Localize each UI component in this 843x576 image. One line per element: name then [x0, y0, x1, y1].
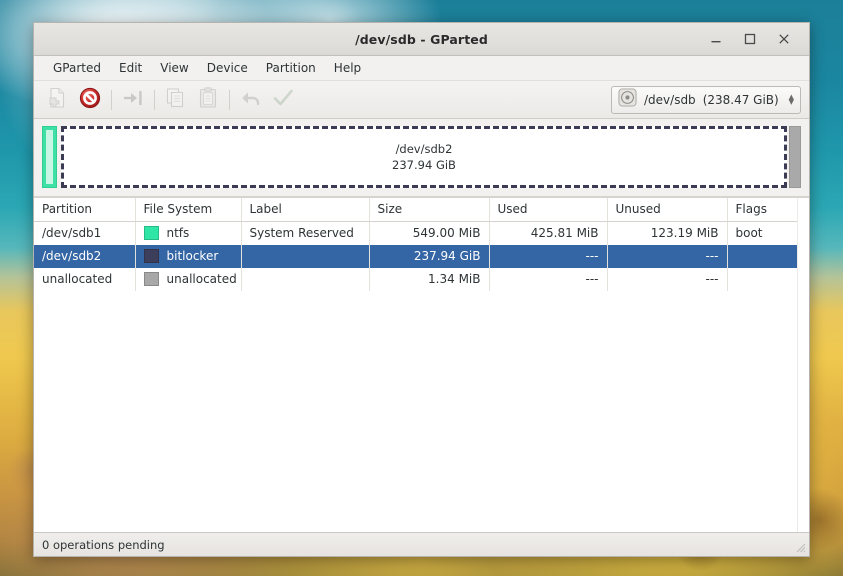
toolbar: /dev/sdb (238.47 GiB) ▲ ▼: [34, 81, 809, 119]
window-title: /dev/sdb - GParted: [355, 31, 488, 47]
graphic-ntfs-fill: [46, 129, 53, 184]
cell-label: [241, 267, 370, 291]
table-row[interactable]: unallocated unallocated 1.34 MiB --- ---: [34, 267, 809, 291]
cell-used: ---: [489, 244, 608, 268]
column-header-unused[interactable]: Unused: [607, 198, 728, 222]
table-header-row: Partition File System Label Size Used Un…: [34, 198, 809, 222]
partition-table-container: Partition File System Label Size Used Un…: [34, 197, 809, 532]
desktop-wallpaper: /dev/sdb - GParted GParted Edit View Dev…: [0, 0, 843, 576]
filesystem-color-swatch: [143, 249, 159, 263]
device-selector[interactable]: /dev/sdb (238.47 GiB) ▲ ▼: [611, 85, 801, 114]
cell-unused: ---: [607, 267, 728, 291]
menu-device[interactable]: Device: [198, 58, 257, 78]
cell-label: [241, 244, 370, 268]
graphic-partition-size: 237.94 GiB: [392, 157, 456, 172]
resize-arrow-icon: [121, 86, 145, 114]
column-header-filesystem[interactable]: File System: [135, 198, 242, 222]
cell-partition: /dev/sdb2: [34, 244, 136, 268]
toolbar-separator-2: [154, 89, 155, 110]
filesystem-name: bitlocker: [166, 249, 219, 263]
graphic-partition-bitlocker-selected[interactable]: /dev/sdb2 237.94 GiB: [61, 125, 787, 188]
menu-view[interactable]: View: [151, 58, 197, 78]
filesystem-color-swatch: [143, 272, 159, 286]
cell-filesystem: ntfs: [135, 221, 242, 245]
column-header-partition[interactable]: Partition: [34, 198, 136, 222]
paste-clipboard-icon: [196, 86, 220, 114]
table-row[interactable]: /dev/sdb2 bitlocker 237.94 GiB --- ---: [34, 244, 809, 268]
partition-table: Partition File System Label Size Used Un…: [34, 198, 809, 291]
graphic-partition-labels: /dev/sdb2 237.94 GiB: [392, 141, 456, 173]
delete-prohibited-icon: [78, 86, 102, 114]
chevron-updown-icon[interactable]: ▲ ▼: [789, 93, 794, 105]
column-header-label[interactable]: Label: [241, 198, 370, 222]
undo-arrow-icon: [239, 86, 263, 114]
table-vertical-scrollbar[interactable]: [797, 198, 809, 532]
new-document-icon: [46, 86, 70, 114]
menu-help[interactable]: Help: [325, 58, 370, 78]
window-titlebar[interactable]: /dev/sdb - GParted: [34, 23, 809, 56]
cell-partition: unallocated: [34, 267, 136, 291]
statusbar: 0 operations pending: [34, 532, 809, 556]
menu-edit[interactable]: Edit: [110, 58, 151, 78]
graphic-partition-unallocated[interactable]: [789, 125, 801, 188]
undo-button[interactable]: [235, 85, 267, 115]
copy-button[interactable]: [160, 85, 192, 115]
partition-graphic: /dev/sdb2 237.94 GiB: [34, 119, 809, 197]
menu-partition[interactable]: Partition: [257, 58, 325, 78]
cell-used: ---: [489, 267, 608, 291]
cell-filesystem: unallocated: [135, 267, 242, 291]
cell-size: 549.00 MiB: [369, 221, 490, 245]
paste-button[interactable]: [192, 85, 224, 115]
column-header-size[interactable]: Size: [369, 198, 490, 222]
filesystem-color-swatch: [143, 226, 159, 241]
new-partition-button[interactable]: [42, 85, 74, 115]
apply-button[interactable]: [267, 85, 299, 115]
menu-gparted[interactable]: GParted: [44, 58, 110, 78]
close-button[interactable]: [775, 30, 793, 48]
delete-partition-button[interactable]: [74, 85, 106, 115]
resize-grip-icon[interactable]: [794, 541, 806, 553]
cell-unused: 123.19 MiB: [607, 221, 728, 245]
cell-label: System Reserved: [241, 221, 370, 245]
gparted-window: /dev/sdb - GParted GParted Edit View Dev…: [33, 22, 810, 557]
graphic-partition-ntfs[interactable]: [42, 125, 57, 188]
cell-unused: ---: [607, 244, 728, 268]
copy-icon: [164, 86, 188, 114]
filesystem-name: unallocated: [166, 272, 237, 286]
device-size-label: (238.47 GiB): [702, 92, 779, 107]
toolbar-separator-3: [229, 89, 230, 110]
graphic-partition-name: /dev/sdb2: [395, 141, 453, 156]
cell-partition: /dev/sdb1: [34, 221, 136, 245]
table-row[interactable]: /dev/sdb1 ntfs System Reserved 549.00 Mi…: [34, 221, 809, 245]
maximize-button[interactable]: [741, 30, 759, 48]
disk-platter-icon: [618, 88, 637, 111]
cell-used: 425.81 MiB: [489, 221, 608, 245]
cell-filesystem: bitlocker: [135, 244, 242, 268]
filesystem-name: ntfs: [166, 226, 190, 241]
statusbar-text: 0 operations pending: [42, 537, 165, 552]
apply-checkmark-icon: [271, 86, 295, 114]
device-name-label: /dev/sdb: [644, 92, 696, 107]
cell-size: 1.34 MiB: [369, 267, 490, 291]
window-controls: [707, 30, 809, 48]
minimize-button[interactable]: [707, 30, 725, 48]
resize-move-button[interactable]: [117, 85, 149, 115]
column-header-used[interactable]: Used: [489, 198, 608, 222]
cell-size: 237.94 GiB: [369, 244, 490, 268]
menubar: GParted Edit View Device Partition Help: [34, 56, 809, 81]
toolbar-separator-1: [111, 89, 112, 110]
